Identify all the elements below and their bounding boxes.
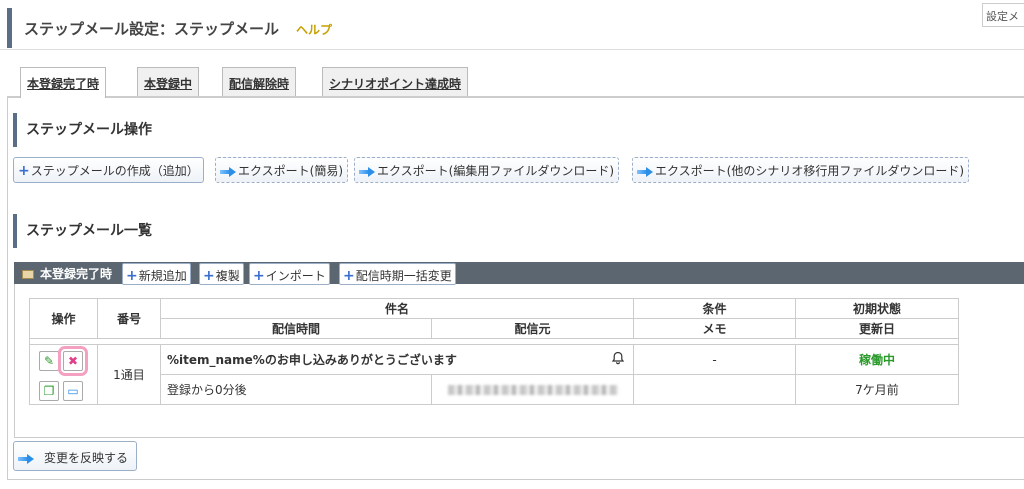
create-step-mail-button[interactable]: +ステップメールの作成（追加） <box>13 157 204 183</box>
export-edit-label: エクスポート(編集用ファイルダウンロード) <box>377 164 615 178</box>
action-cell: ✎ ✖ ❐ ▭ <box>29 344 98 405</box>
plus-icon: + <box>343 268 355 284</box>
subject-cell[interactable]: %item_name%のお申し込みありがとうございます <box>160 344 634 375</box>
import-label: インポート <box>265 269 326 283</box>
new-add-button[interactable]: +新規追加 <box>122 263 191 285</box>
apply-changes-label: 変更を反映する <box>44 451 129 465</box>
column-header-updated: 更新日 <box>795 318 959 339</box>
sender-redacted <box>447 385 618 395</box>
arrow-right-icon <box>637 166 653 177</box>
create-step-mail-label: ステップメールの作成（追加） <box>30 164 199 178</box>
bulk-timing-label: 配信時期一括変更 <box>355 269 452 283</box>
duplicate-label: 複製 <box>215 269 240 283</box>
column-header-sender: 配信元 <box>431 318 634 339</box>
condition-cell: - <box>633 344 796 375</box>
page-title: ステップメール設定：ステップメール <box>24 20 280 38</box>
arrow-right-icon <box>220 166 236 177</box>
table-row: ✎ ✖ ❐ ▭ 1通目 %item_name%のお申し込みありがとうございます … <box>29 344 959 405</box>
apply-changes-button[interactable]: 変更を反映する <box>13 441 138 471</box>
tab-registering[interactable]: 本登録中 <box>137 67 200 97</box>
export-other-label: エクスポート(他のシナリオ移行用ファイルダウンロード) <box>655 164 965 178</box>
tab-scenario-point[interactable]: シナリオポイント達成時 <box>322 67 469 97</box>
plus-icon: + <box>126 268 138 284</box>
list-group-label: 本登録完了時 <box>22 265 112 282</box>
bell-icon[interactable] <box>611 351 625 365</box>
column-header-condition: 条件 <box>633 298 796 319</box>
step-mail-table: 操作 番号 件名 条件 初期状態 配信時間 配信元 メモ 更新日 ✎ ✖ ❐ ▭… <box>29 298 959 405</box>
plus-icon: + <box>203 268 215 284</box>
table-row-detail: 登録から0分後 7ケ月前 <box>30 374 959 405</box>
memo-cell <box>633 374 796 405</box>
export-simple-button[interactable]: エクスポート(簡易) <box>215 157 349 183</box>
status-badge: 稼働中 <box>795 344 959 375</box>
tab-registration-complete[interactable]: 本登録完了時 <box>20 67 107 98</box>
updated-cell: 7ケ月前 <box>795 374 959 405</box>
plus-icon: + <box>253 268 265 284</box>
edit-icon[interactable]: ✎ <box>39 351 59 371</box>
settings-menu[interactable]: 設定メ <box>982 3 1024 27</box>
copy-icon[interactable]: ❐ <box>39 381 59 401</box>
column-header-action: 操作 <box>29 298 98 339</box>
help-link[interactable]: ヘルプ <box>296 21 332 38</box>
bulk-timing-button[interactable]: +配信時期一括変更 <box>339 263 456 285</box>
row-number: 1通目 <box>97 344 161 405</box>
column-header-timing: 配信時間 <box>160 318 432 339</box>
header-accent-bar <box>7 8 12 48</box>
import-button[interactable]: +インポート <box>249 263 330 285</box>
column-header-memo: メモ <box>633 318 796 339</box>
sender-cell <box>431 374 634 405</box>
envelope-icon <box>22 270 34 279</box>
new-add-label: 新規追加 <box>138 269 187 283</box>
arrow-right-icon <box>359 166 375 177</box>
column-header-subject: 件名 <box>160 298 634 319</box>
export-simple-label: エクスポート(簡易) <box>238 164 344 178</box>
list-group-header: 本登録完了時 +新規追加 +複製 +インポート +配信時期一括変更 <box>14 262 1024 285</box>
arrow-right-icon <box>18 453 42 464</box>
export-edit-button[interactable]: エクスポート(編集用ファイルダウンロード) <box>354 157 620 183</box>
list-group-label-text: 本登録完了時 <box>40 267 113 281</box>
page-header: ステップメール設定：ステップメール ヘルプ 設定メ <box>0 0 1024 50</box>
column-header-number: 番号 <box>97 298 161 339</box>
export-other-button[interactable]: エクスポート(他のシナリオ移行用ファイルダウンロード) <box>632 157 970 183</box>
tab-unsubscribe[interactable]: 配信解除時 <box>222 67 297 97</box>
plus-icon: + <box>18 163 30 179</box>
duplicate-button[interactable]: +複製 <box>199 263 244 285</box>
preview-icon[interactable]: ▭ <box>63 381 83 401</box>
operations-section-title: ステップメール操作 <box>13 113 152 147</box>
timing-cell: 登録から0分後 <box>160 374 432 405</box>
column-header-initial-status: 初期状態 <box>795 298 959 319</box>
list-section-title: ステップメール一覧 <box>13 214 152 248</box>
subject-text: %item_name%のお申し込みありがとうございます <box>167 353 457 367</box>
delete-icon[interactable]: ✖ <box>58 346 88 376</box>
